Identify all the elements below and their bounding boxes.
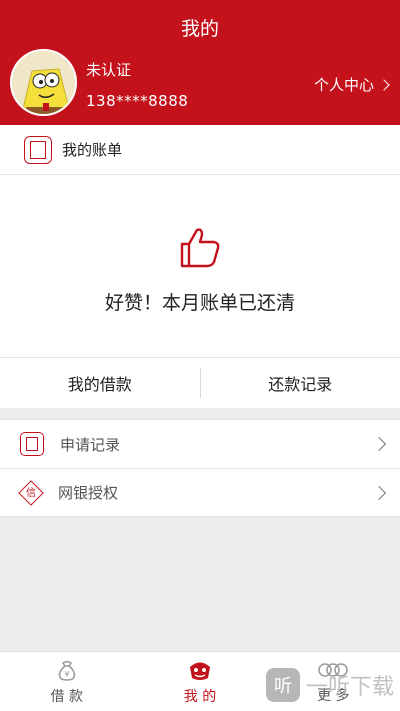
lion-mask-icon (189, 662, 210, 680)
nav-item-mine[interactable]: 我 的 (133, 652, 266, 711)
bill-card: 我的账单 好赞！本月账单已还清 我的借款 还款记录 (0, 125, 400, 408)
nav-item-loan[interactable]: ¥ 借 款 (0, 652, 133, 711)
watermark: 听 一听下载 (265, 668, 394, 702)
seal-icon (20, 432, 44, 456)
menu-item-bank-authorization[interactable]: 信 网银授权 (0, 468, 400, 516)
personal-center-label: 个人中心 (313, 76, 374, 94)
chevron-right-icon (371, 436, 387, 452)
user-phone: 138****8888 (86, 92, 189, 110)
profile-header: 我的 未认证 138****8888 个人中心 (0, 0, 400, 125)
money-bag-icon: ¥ (58, 660, 75, 681)
nav-label: 我 的 (183, 688, 217, 705)
bill-tabs: 我的借款 还款记录 (0, 357, 400, 408)
chevron-right-icon (378, 78, 390, 91)
nav-label: 借 款 (50, 688, 83, 705)
watermark-text: 一听下载 (305, 675, 394, 700)
paid-message: 好赞！本月账单已还清 (104, 292, 295, 314)
watermark-badge: 听 (265, 668, 300, 702)
svg-text:¥: ¥ (64, 670, 69, 679)
avatar-image (12, 51, 75, 114)
bill-heading: 我的账单 (62, 141, 123, 159)
tab-repayment-records[interactable]: 还款记录 (201, 358, 400, 408)
personal-center-link[interactable]: 个人中心 (313, 74, 390, 95)
user-status: 未认证 (86, 61, 132, 79)
menu-list: 申请记录 信 网银授权 (0, 419, 400, 517)
thumbs-up-icon (180, 228, 220, 268)
menu-item-application-records[interactable]: 申请记录 (0, 420, 400, 468)
bill-header: 我的账单 (0, 125, 400, 175)
page-title: 我的 (180, 18, 219, 40)
menu-item-label: 网银授权 (58, 484, 119, 502)
chevron-right-icon (371, 485, 387, 500)
tab-my-loans[interactable]: 我的借款 (0, 358, 200, 408)
menu-item-label: 申请记录 (60, 435, 121, 454)
credit-icon: 信 (20, 482, 42, 504)
bill-seal-icon (24, 135, 52, 164)
avatar[interactable] (10, 49, 77, 116)
thumb-wrap (0, 225, 400, 269)
